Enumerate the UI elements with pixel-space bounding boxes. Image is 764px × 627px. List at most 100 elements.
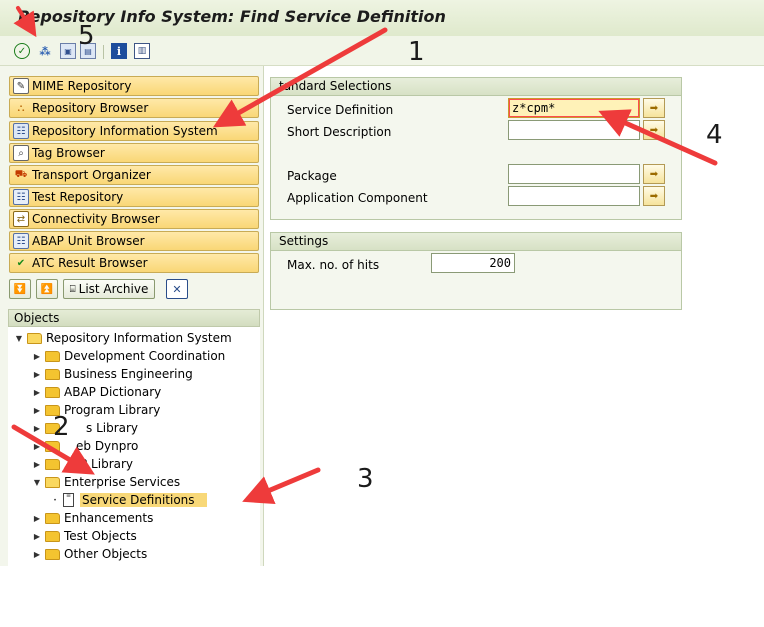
service-definition-multiple-selection-button[interactable]: ➡ <box>643 98 665 118</box>
tree-node-class-library[interactable]: ▶ s Library <box>32 419 138 437</box>
package-multiple-selection-button[interactable]: ➡ <box>643 164 665 184</box>
tree-node-test-objects[interactable]: ▶ Test Objects <box>32 527 137 545</box>
tag-browser-button[interactable]: ⌕ Tag Browser <box>9 143 259 163</box>
expand-icon[interactable]: ▶ <box>32 532 42 541</box>
folder-icon <box>45 548 60 560</box>
tree-node-bsp-library[interactable]: ▶ P Library <box>32 455 133 473</box>
tree-node-development-coordination[interactable]: ▶ Development Coordination <box>32 347 225 365</box>
close-icon: ✕ <box>172 282 182 296</box>
columns-icon[interactable]: ▥ <box>134 43 150 59</box>
tree-node-program-library[interactable]: ▶ Program Library <box>32 401 160 419</box>
annotation-number-4: 4 <box>706 120 723 150</box>
standard-selections-header: tandard Selections <box>271 78 681 96</box>
folder-icon <box>45 512 60 524</box>
test-repository-button[interactable]: ☷ Test Repository <box>9 187 259 207</box>
max-hits-label: Max. no. of hits <box>287 258 380 272</box>
tag-icon: ⌕ <box>13 145 29 161</box>
tree-node-other-objects[interactable]: ▶ Other Objects <box>32 545 147 563</box>
expand-icon[interactable]: ▶ <box>32 460 42 469</box>
tree-node-label: ABAP Dictionary <box>64 385 162 399</box>
expand-icon[interactable]: ▶ <box>32 370 42 379</box>
folder-open-icon <box>27 332 42 344</box>
expand-icon[interactable]: ▶ <box>32 352 42 361</box>
expand-icon[interactable]: ▶ <box>32 406 42 415</box>
info-system-icon: ☷ <box>13 123 29 139</box>
settings-group: Settings Max. no. of hits 200 <box>270 232 682 310</box>
annotation-number-5: 5 <box>78 21 95 51</box>
mime-repository-button[interactable]: ✎ MIME Repository <box>9 76 259 96</box>
service-definition-input[interactable]: z*cpm* <box>508 98 640 118</box>
tree-node-root[interactable]: ▼ Repository Information System <box>14 329 232 347</box>
repository-information-system-label: Repository Information System <box>32 124 218 138</box>
expand-icon[interactable]: ▶ <box>32 424 42 433</box>
expand-all-button[interactable]: ⏬ <box>9 279 31 299</box>
package-input[interactable] <box>508 164 640 184</box>
settings-header: Settings <box>271 233 681 251</box>
repository-browser-button[interactable]: ⛬ Repository Browser <box>9 98 259 118</box>
folder-icon <box>45 458 60 470</box>
tree-node-abap-dictionary[interactable]: ▶ ABAP Dictionary <box>32 383 161 401</box>
list-archive-button[interactable]: ⌸ List Archive <box>63 279 155 299</box>
repository-browser-label: Repository Browser <box>32 101 149 115</box>
collapse-icon[interactable]: ▼ <box>14 334 24 343</box>
tree-node-web-dynpro[interactable]: ▶ eb Dynpro <box>32 437 138 455</box>
hierarchy-icon: ⛬ <box>17 102 25 114</box>
expand-icon[interactable]: ▶ <box>32 550 42 559</box>
short-description-multiple-selection-button[interactable]: ➡ <box>643 120 665 140</box>
max-hits-input[interactable]: 200 <box>431 253 515 273</box>
tree-node-service-definitions[interactable]: • ≡ Service Definitions <box>50 491 207 509</box>
chevron-down-icon: ⏬ <box>13 283 27 295</box>
tree-node-label: Business Engineering <box>64 367 193 381</box>
arrow-right-icon: ➡ <box>649 190 659 202</box>
execute-icon[interactable]: ✓ <box>14 43 30 59</box>
folder-open-icon <box>45 476 60 488</box>
info-icon[interactable]: i <box>111 43 127 59</box>
tree-node-enterprise-services[interactable]: ▼ Enterprise Services <box>32 473 180 491</box>
standard-selections-group: tandard Selections Service Definition z*… <box>270 77 682 220</box>
transport-organizer-button[interactable]: ⛟ Transport Organizer <box>9 165 259 185</box>
abap-unit-browser-button[interactable]: ☷ ABAP Unit Browser <box>9 231 259 251</box>
copy-icon[interactable]: ▣ <box>60 43 76 59</box>
expand-icon[interactable]: ▶ <box>32 388 42 397</box>
application-component-multiple-selection-button[interactable]: ➡ <box>643 186 665 206</box>
tag-browser-label: Tag Browser <box>32 146 105 160</box>
tree-node-business-engineering[interactable]: ▶ Business Engineering <box>32 365 193 383</box>
unit-icon: ☷ <box>13 233 29 249</box>
atc-result-browser-label: ATC Result Browser <box>32 256 148 270</box>
mime-repository-label: MIME Repository <box>32 79 132 93</box>
collapse-icon[interactable]: ▼ <box>32 478 42 487</box>
repository-information-system-button[interactable]: ☷ Repository Information System <box>9 121 259 141</box>
tree-node-label: Other Objects <box>64 547 148 561</box>
tree-node-label: Program Library <box>64 403 161 417</box>
tree-node-label: Test Objects <box>64 529 137 543</box>
application-component-input[interactable] <box>508 186 640 206</box>
truck-icon: ⛟ <box>14 168 28 180</box>
tree-node-enhancements[interactable]: ▶ Enhancements <box>32 509 153 527</box>
arrow-right-icon: ➡ <box>649 168 659 180</box>
short-description-input[interactable] <box>508 120 640 140</box>
navigation-panel: ✎ MIME Repository ⛬ Repository Browser ☷… <box>0 66 264 627</box>
arrow-right-icon: ➡ <box>649 102 659 114</box>
atc-icon: ✔ <box>16 257 26 269</box>
transport-organizer-label: Transport Organizer <box>32 168 151 182</box>
service-definition-label: Service Definition <box>287 103 394 117</box>
hierarchy-icon[interactable]: ⁂ <box>37 43 53 59</box>
mime-icon: ✎ <box>13 78 29 94</box>
list-archive-label: List Archive <box>78 282 149 296</box>
collapse-all-button[interactable]: ⏫ <box>36 279 58 299</box>
folder-icon <box>45 350 60 362</box>
bullet-icon: • <box>53 496 57 504</box>
folder-icon <box>45 386 60 398</box>
atc-result-browser-button[interactable]: ✔ ATC Result Browser <box>9 253 259 273</box>
connectivity-icon: ⇄ <box>13 211 29 227</box>
close-button[interactable]: ✕ <box>166 279 188 299</box>
folder-icon <box>45 440 60 452</box>
connectivity-browser-button[interactable]: ⇄ Connectivity Browser <box>9 209 259 229</box>
document-icon: ≡ <box>63 493 74 507</box>
folder-icon <box>45 530 60 542</box>
annotation-number-3: 3 <box>357 464 374 494</box>
expand-icon[interactable]: ▶ <box>32 442 42 451</box>
expand-icon[interactable]: ▶ <box>32 514 42 523</box>
tree-node-label: Repository Information System <box>46 331 232 345</box>
tree-node-label: Development Coordination <box>64 349 226 363</box>
